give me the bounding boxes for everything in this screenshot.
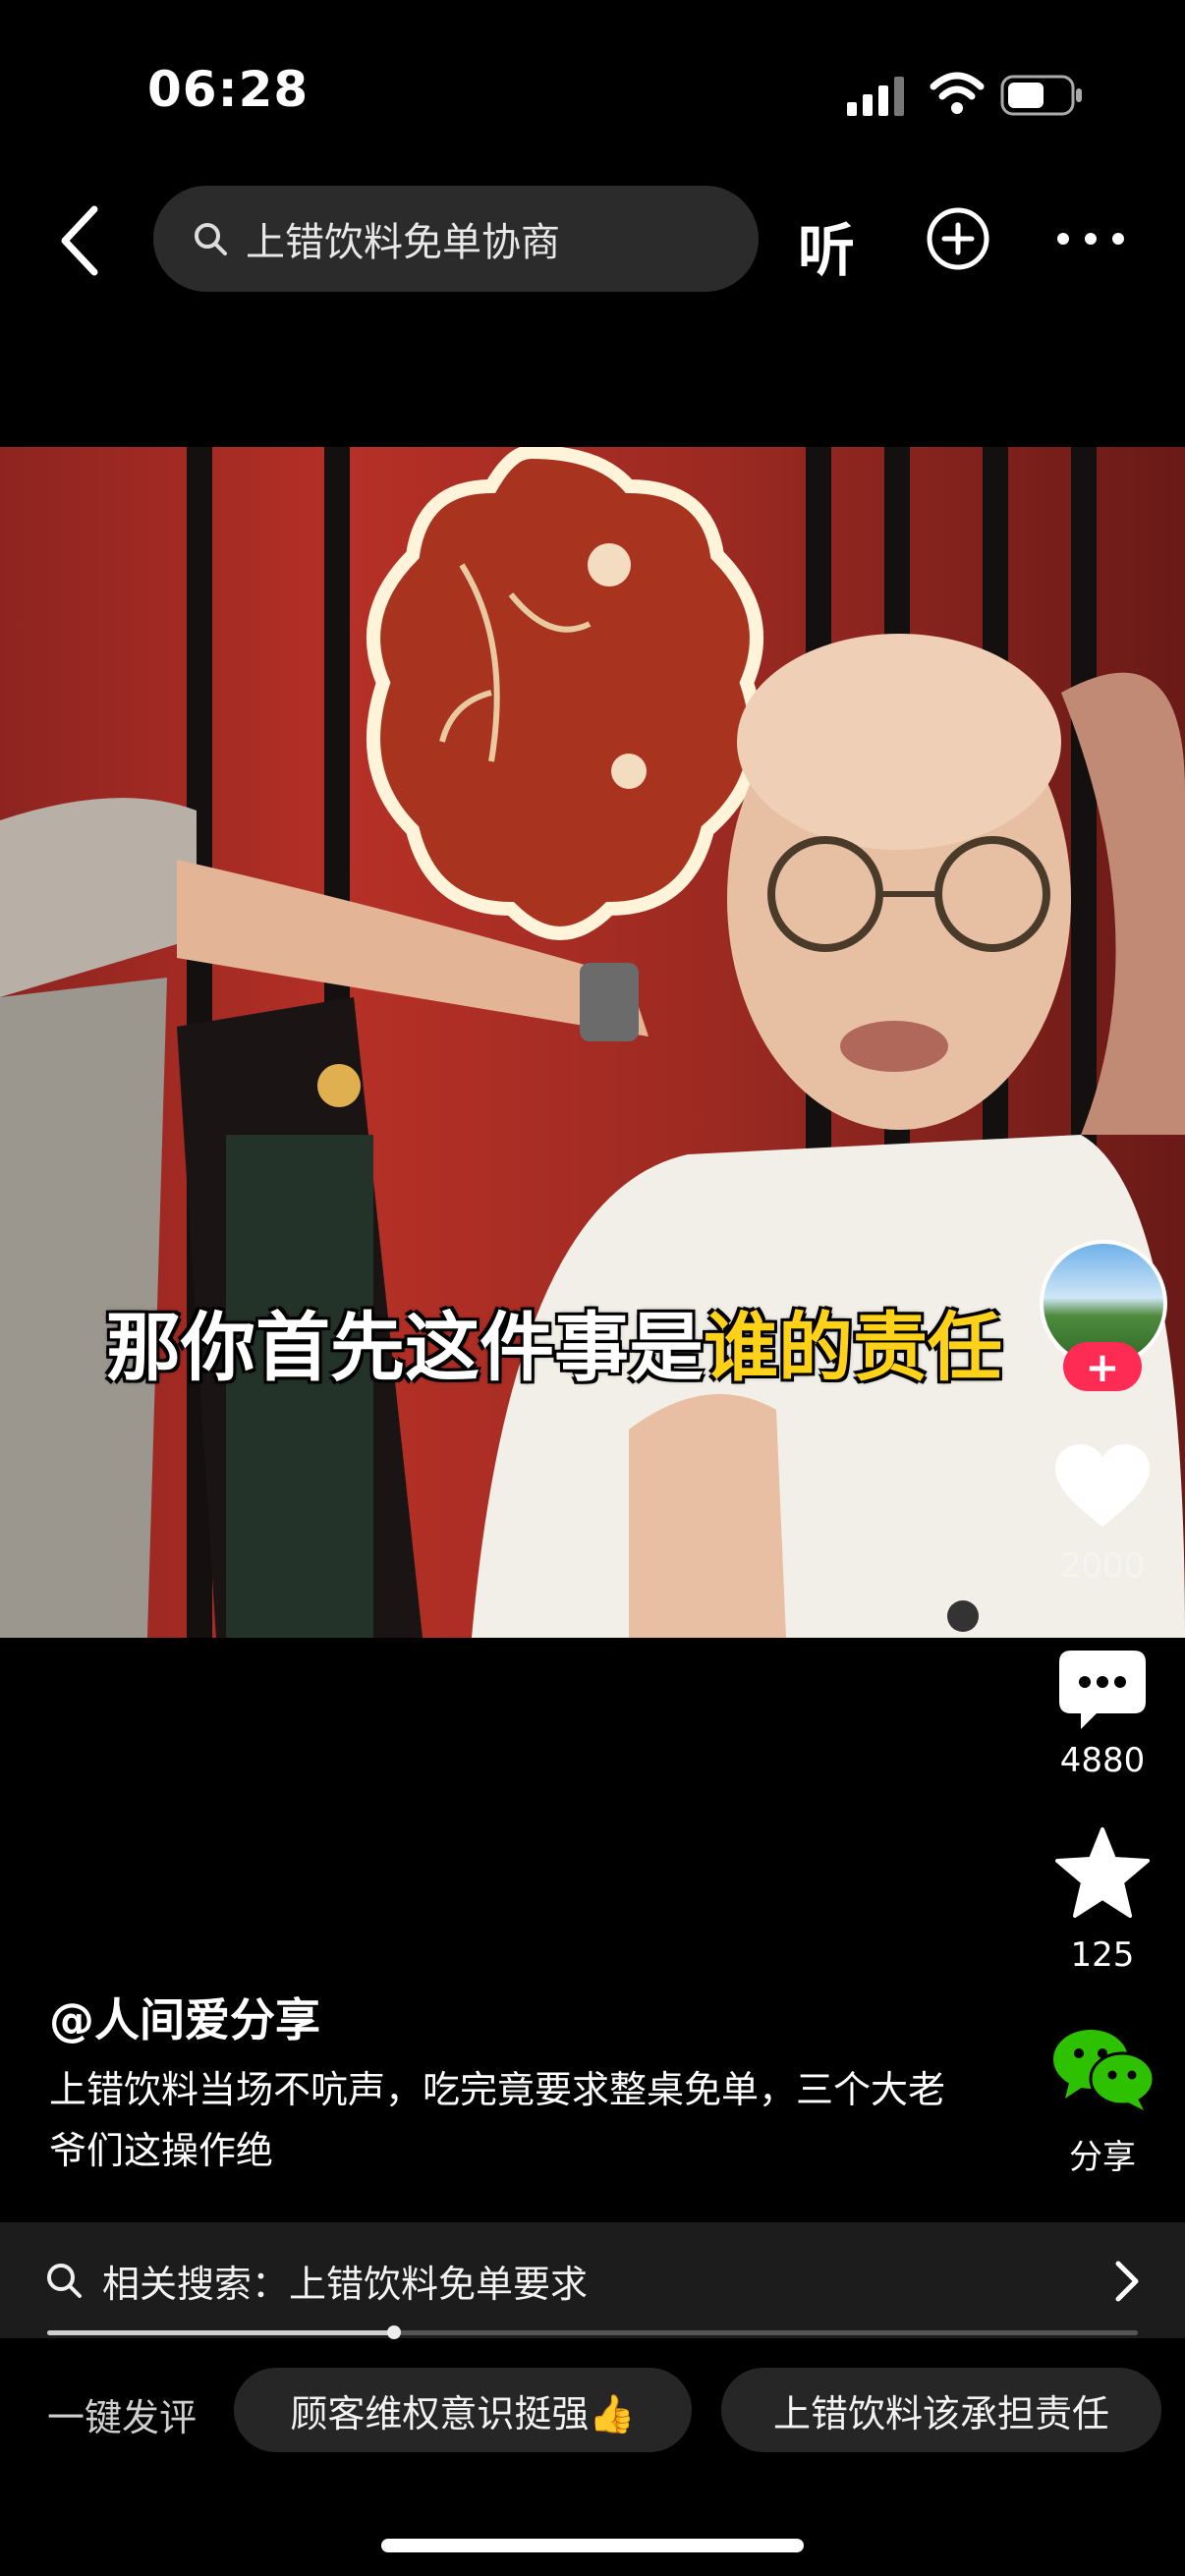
battery-icon <box>1000 75 1082 116</box>
search-icon <box>47 2264 82 2298</box>
related-search-text: 相关搜索：上错饮料免单要求 <box>102 2262 589 2306</box>
chevron-right-icon[interactable] <box>1112 2260 1142 2303</box>
search-icon <box>195 223 227 255</box>
back-button[interactable] <box>49 201 118 280</box>
video-description: 上错饮料当场不吭声，吃完竟要求整桌免单，三个大老爷们这操作绝 <box>49 2068 946 2172</box>
video-progress-handle[interactable] <box>386 2325 401 2339</box>
author-name[interactable]: @人间爱分享 <box>49 1985 320 2049</box>
search-query-text: 上错饮料免单协商 <box>246 220 560 265</box>
subtitle-text: 那你首先这件事是 <box>106 1304 704 1391</box>
add-button[interactable] <box>926 206 990 271</box>
video-player[interactable] <box>0 447 1185 1638</box>
quick-comment-label: 一键发评 <box>47 2396 198 2439</box>
status-time: 06:28 <box>147 61 310 118</box>
video-progress-fill <box>47 2330 394 2335</box>
favorite-star-icon[interactable] <box>1053 1825 1152 1920</box>
follow-button[interactable]: + <box>1063 1342 1142 1391</box>
video-frame <box>0 447 1185 1638</box>
comment-icon[interactable] <box>1057 1647 1148 1733</box>
related-search-bar[interactable]: 相关搜索：上错饮料免单要求 <box>0 2222 1185 2338</box>
favorite-count: 125 <box>1070 1935 1135 1975</box>
wifi-icon <box>930 72 985 114</box>
listen-button[interactable]: 听 <box>798 204 855 287</box>
cellular-signal-icon <box>847 77 904 116</box>
share-label[interactable]: 分享 <box>1042 2130 1163 2178</box>
subtitle-highlight: 谁的责任 <box>704 1304 1002 1391</box>
quick-comment-chip[interactable]: 顾客维权意识挺强👍 <box>234 2368 692 2452</box>
search-input[interactable]: 上错饮料免单协商 <box>153 186 759 292</box>
wechat-share-icon[interactable] <box>1051 2026 1156 2110</box>
video-subtitle: 那你首先这件事是谁的责任 <box>106 1287 1002 1395</box>
quick-comment-chip[interactable]: 上错饮料该承担责任 <box>721 2368 1161 2452</box>
more-options-button[interactable] <box>1055 224 1126 253</box>
comment-count: 4880 <box>1059 1741 1146 1780</box>
like-count: 2000 <box>1059 1546 1146 1586</box>
home-indicator[interactable] <box>381 2539 804 2552</box>
like-heart-icon[interactable] <box>1053 1442 1152 1531</box>
